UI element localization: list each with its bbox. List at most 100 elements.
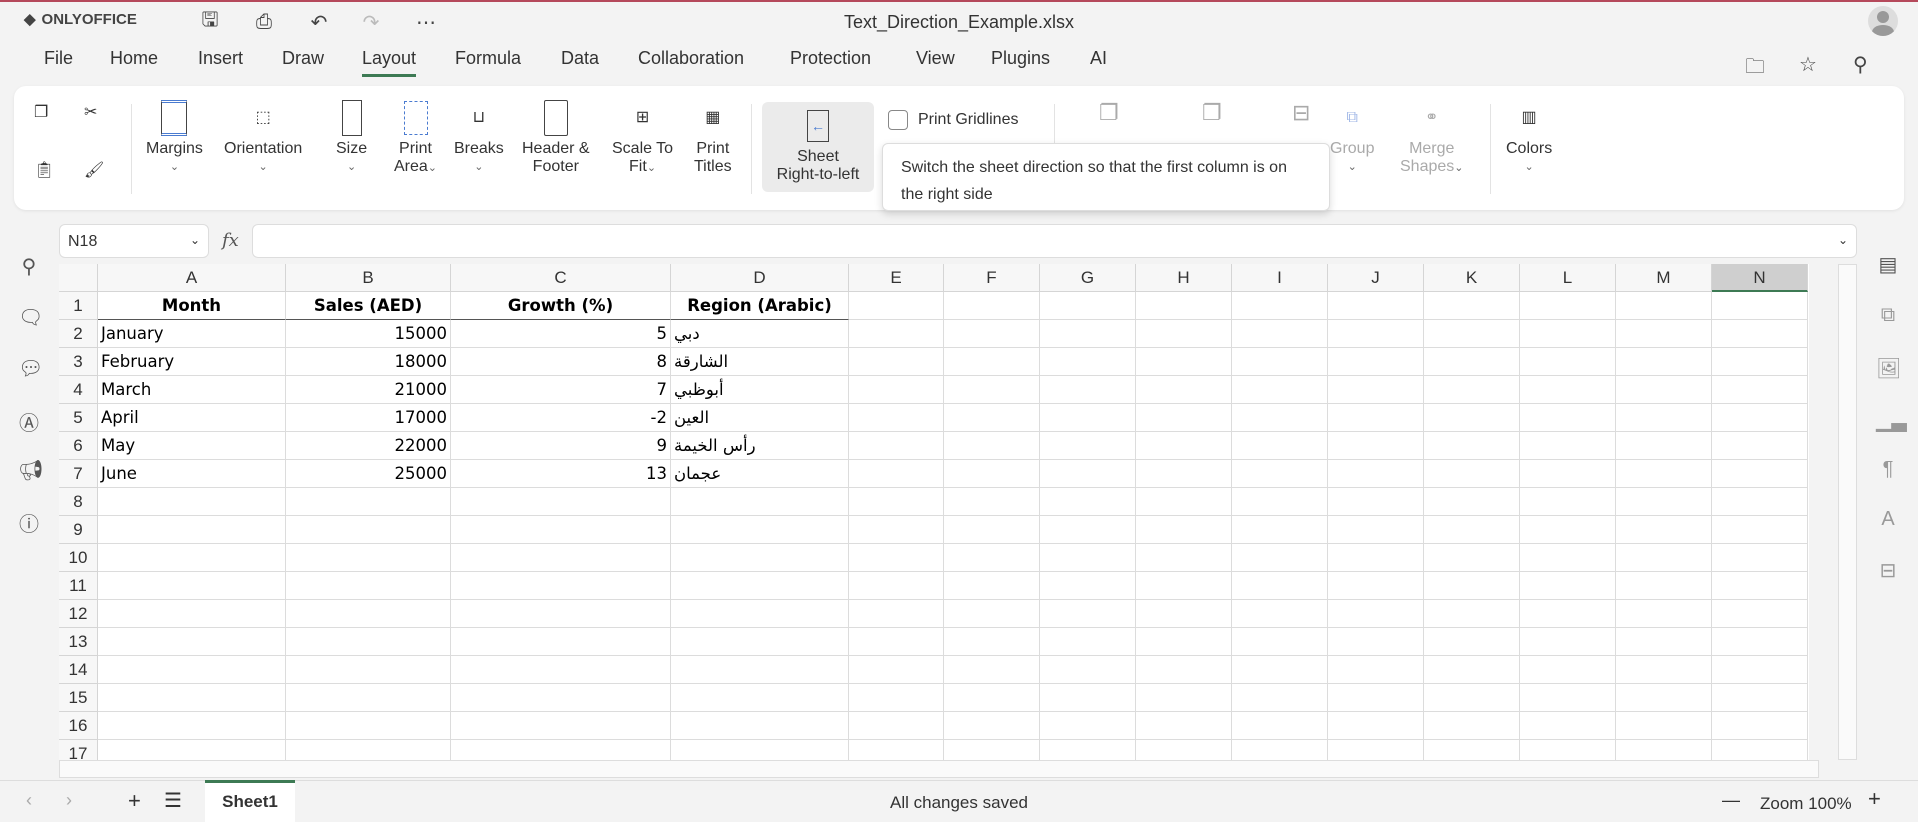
cell-N17[interactable] (1712, 740, 1808, 760)
cell-N6[interactable] (1712, 432, 1808, 460)
cell-D15[interactable] (671, 684, 849, 712)
cell-C5[interactable]: -2 (451, 404, 671, 432)
cell-G14[interactable] (1040, 656, 1136, 684)
cell-K14[interactable] (1424, 656, 1520, 684)
menu-tab-ai[interactable]: AI (1090, 48, 1107, 69)
menu-tab-insert[interactable]: Insert (198, 48, 243, 69)
cell-G8[interactable] (1040, 488, 1136, 516)
cell-H16[interactable] (1136, 712, 1232, 740)
cell-F1[interactable] (944, 292, 1040, 320)
cell-J1[interactable] (1328, 292, 1424, 320)
cell-H7[interactable] (1136, 460, 1232, 488)
breaks-button[interactable]: ⊔ Breaks ⌄ (454, 96, 504, 176)
cell-F13[interactable] (944, 628, 1040, 656)
spellcheck-icon[interactable]: Ⓐ (18, 407, 40, 436)
cell-J9[interactable] (1328, 516, 1424, 544)
cell-F2[interactable] (944, 320, 1040, 348)
row-header[interactable]: 17 (59, 740, 98, 760)
cell-G9[interactable] (1040, 516, 1136, 544)
cell-N8[interactable] (1712, 488, 1808, 516)
cell-L17[interactable] (1520, 740, 1616, 760)
print-titles-button[interactable]: ▦ Print Titles (694, 96, 732, 176)
cell-L14[interactable] (1520, 656, 1616, 684)
cell-C11[interactable] (451, 572, 671, 600)
cell-H10[interactable] (1136, 544, 1232, 572)
cell-I9[interactable] (1232, 516, 1328, 544)
row-header[interactable]: 1 (59, 292, 98, 320)
cell-N16[interactable] (1712, 712, 1808, 740)
zoom-in-icon[interactable]: + (1868, 786, 1881, 812)
cell-J14[interactable] (1328, 656, 1424, 684)
cell-L2[interactable] (1520, 320, 1616, 348)
cell-H17[interactable] (1136, 740, 1232, 760)
cell-M17[interactable] (1616, 740, 1712, 760)
cell-L11[interactable] (1520, 572, 1616, 600)
column-header-N[interactable]: N (1712, 264, 1808, 292)
cell-N9[interactable] (1712, 516, 1808, 544)
cell-B2[interactable]: 15000 (286, 320, 451, 348)
cell-E2[interactable] (849, 320, 944, 348)
cell-B16[interactable] (286, 712, 451, 740)
formula-input[interactable]: ⌄ (252, 224, 1857, 258)
cell-B14[interactable] (286, 656, 451, 684)
row-header[interactable]: 3 (59, 348, 98, 376)
cell-A2[interactable]: January (98, 320, 286, 348)
cell-settings-icon[interactable]: ▤ (1876, 252, 1900, 277)
cell-D11[interactable] (671, 572, 849, 600)
cell-M10[interactable] (1616, 544, 1712, 572)
cell-B7[interactable]: 25000 (286, 460, 451, 488)
row-header[interactable]: 12 (59, 600, 98, 628)
cell-B17[interactable] (286, 740, 451, 760)
cell-F10[interactable] (944, 544, 1040, 572)
cell-H9[interactable] (1136, 516, 1232, 544)
cell-D7[interactable]: عجمان (671, 460, 849, 488)
cell-M13[interactable] (1616, 628, 1712, 656)
column-header-D[interactable]: D (671, 264, 849, 292)
row-header[interactable]: 10 (59, 544, 98, 572)
print-area-button[interactable]: Print Area⌄ (394, 96, 437, 177)
cell-I14[interactable] (1232, 656, 1328, 684)
horizontal-scrollbar[interactable] (59, 760, 1819, 778)
cell-F15[interactable] (944, 684, 1040, 712)
column-header-G[interactable]: G (1040, 264, 1136, 292)
cell-J11[interactable] (1328, 572, 1424, 600)
cell-K17[interactable] (1424, 740, 1520, 760)
cell-H3[interactable] (1136, 348, 1232, 376)
cell-D9[interactable] (671, 516, 849, 544)
cell-B12[interactable] (286, 600, 451, 628)
cell-A15[interactable] (98, 684, 286, 712)
cell-B3[interactable]: 18000 (286, 348, 451, 376)
cell-L7[interactable] (1520, 460, 1616, 488)
cell-F12[interactable] (944, 600, 1040, 628)
column-header-J[interactable]: J (1328, 264, 1424, 292)
column-header-F[interactable]: F (944, 264, 1040, 292)
cell-I16[interactable] (1232, 712, 1328, 740)
cell-M15[interactable] (1616, 684, 1712, 712)
cell-D14[interactable] (671, 656, 849, 684)
column-header-M[interactable]: M (1616, 264, 1712, 292)
cell-C3[interactable]: 8 (451, 348, 671, 376)
cell-G7[interactable] (1040, 460, 1136, 488)
search-icon[interactable]: ⚲ (1853, 52, 1868, 77)
cell-M1[interactable] (1616, 292, 1712, 320)
orientation-button[interactable]: ⬚ Orientation ⌄ (224, 96, 302, 176)
search-sidebar-icon[interactable]: ⚲ (18, 254, 40, 279)
row-header[interactable]: 15 (59, 684, 98, 712)
cell-C12[interactable] (451, 600, 671, 628)
pivot-settings-icon[interactable]: ⊟ (1876, 558, 1900, 583)
cell-G10[interactable] (1040, 544, 1136, 572)
cell-B15[interactable] (286, 684, 451, 712)
cell-F16[interactable] (944, 712, 1040, 740)
cell-J2[interactable] (1328, 320, 1424, 348)
cell-L13[interactable] (1520, 628, 1616, 656)
spreadsheet-grid[interactable]: A B C D E F G H I J K L M N 1 Month Sales (AED) Growth (%… (59, 264, 1809, 760)
comments-icon[interactable]: 🗨︎ (18, 305, 43, 330)
cell-F4[interactable] (944, 376, 1040, 404)
cell-D6[interactable]: رأس الخيمة (671, 432, 849, 460)
row-header[interactable]: 16 (59, 712, 98, 740)
vertical-scrollbar[interactable] (1838, 264, 1857, 760)
open-file-location-icon[interactable]: 🗀 (1745, 52, 1765, 86)
cell-L4[interactable] (1520, 376, 1616, 404)
cell-I7[interactable] (1232, 460, 1328, 488)
cell-M11[interactable] (1616, 572, 1712, 600)
